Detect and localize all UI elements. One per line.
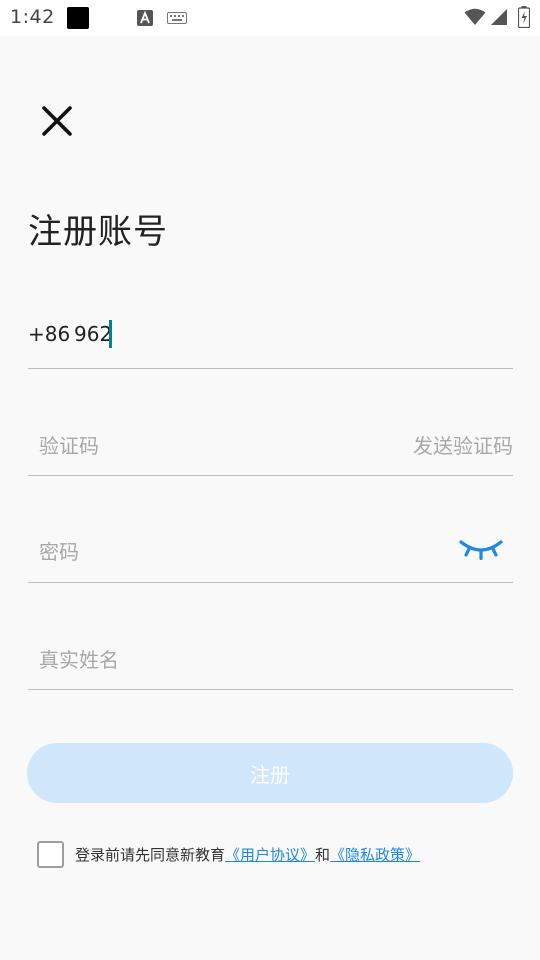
status-time: 1:42: [10, 6, 55, 28]
eye-closed-icon[interactable]: [459, 538, 503, 560]
page-title: 注册账号: [28, 212, 168, 252]
send-code-button[interactable]: 发送验证码: [413, 430, 513, 459]
user-agreement-link[interactable]: 《用户协议》: [225, 846, 315, 864]
password-field[interactable]: 密码: [28, 514, 513, 583]
phone-input-value[interactable]: 962: [74, 322, 112, 346]
agreement-prefix: 登录前请先同意新教育: [75, 845, 226, 864]
verification-code-field[interactable]: 验证码 发送验证码: [28, 408, 513, 476]
font-a-icon: [137, 10, 153, 26]
text-cursor: [109, 320, 112, 348]
real-name-field[interactable]: 真实姓名: [28, 622, 513, 690]
privacy-policy-link[interactable]: 《隐私政策》: [330, 846, 420, 864]
agreement-row: 登录前请先同意新教育《用户协议》和《隐私政策》: [37, 839, 420, 869]
agreement-checkbox[interactable]: [37, 840, 64, 868]
verification-code-placeholder: 验证码: [39, 434, 99, 458]
agreement-and: 和: [315, 845, 331, 864]
wifi-icon: [464, 8, 486, 25]
register-button[interactable]: 注册: [27, 743, 513, 803]
notification-square-icon: [67, 7, 89, 29]
signal-icon: [491, 9, 507, 25]
battery-icon: [518, 6, 530, 28]
close-icon: [42, 106, 72, 136]
status-bar: 1:42: [0, 0, 540, 36]
close-button[interactable]: [36, 100, 78, 142]
keyboard-icon: [167, 12, 187, 24]
phone-field[interactable]: +86 962: [28, 300, 513, 369]
country-code: +86: [28, 322, 71, 346]
real-name-placeholder: 真实姓名: [39, 648, 119, 672]
password-placeholder: 密码: [39, 540, 79, 564]
agreement-text: 登录前请先同意新教育《用户协议》和《隐私政策》: [75, 844, 420, 865]
